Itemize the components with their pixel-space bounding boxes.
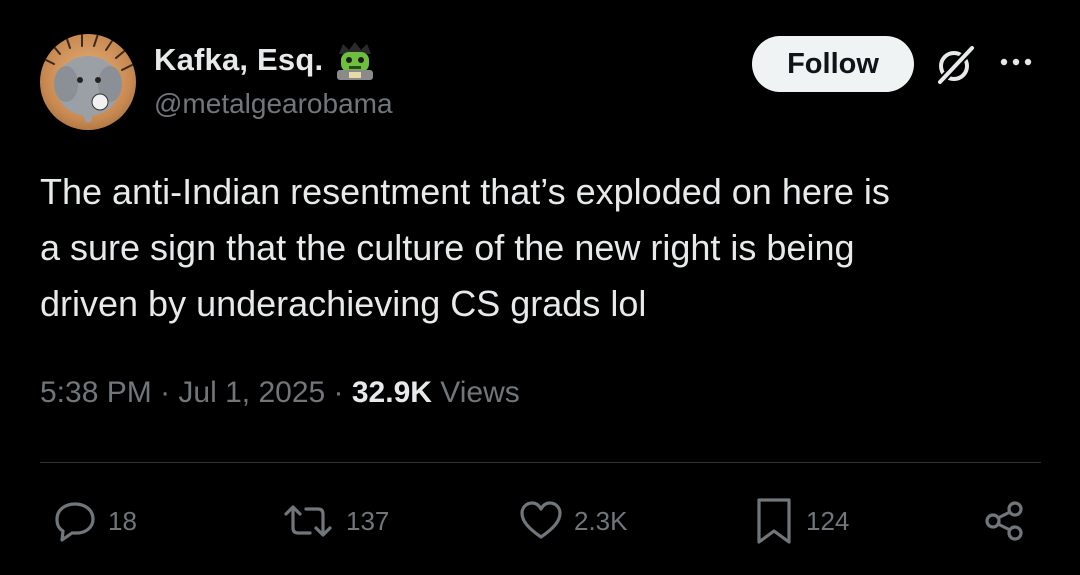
more-dots-icon[interactable] xyxy=(998,52,1038,77)
author-handle[interactable]: @metalgearobama xyxy=(154,88,393,120)
meta-separator: · xyxy=(151,376,179,409)
follow-button[interactable]: Follow xyxy=(752,36,914,92)
like-button[interactable]: 2.3K xyxy=(518,496,628,546)
reply-count: 18 xyxy=(108,505,137,536)
like-count: 2.3K xyxy=(574,505,628,536)
reply-icon xyxy=(55,502,95,542)
grok-icon[interactable] xyxy=(934,44,976,91)
reply-button[interactable]: 18 xyxy=(52,496,137,546)
tweet-text-line: driven by underachieving CS grads lol xyxy=(40,283,647,324)
tweet-date[interactable]: Jul 1, 2025 xyxy=(178,376,325,409)
tweet-meta: 5:38 PM · Jul 1, 2025 · 32.9K Views xyxy=(40,376,520,410)
repost-button[interactable]: 137 xyxy=(280,496,389,546)
tweet-text-line: The anti-Indian resentment that’s explod… xyxy=(40,171,890,212)
divider xyxy=(40,462,1041,463)
zombie-face-icon xyxy=(333,40,377,80)
author-display-name[interactable]: Kafka, Esq. xyxy=(154,42,323,78)
tweet-time[interactable]: 5:38 PM xyxy=(40,376,152,409)
repost-icon xyxy=(284,505,332,537)
bookmark-icon xyxy=(757,498,791,544)
avatar[interactable] xyxy=(40,34,136,130)
share-button[interactable] xyxy=(982,496,1028,546)
elephant-porcupine-avatar-icon xyxy=(41,34,135,123)
share-icon xyxy=(985,501,1023,541)
repost-count: 137 xyxy=(346,505,390,536)
tweet-text: The anti-Indian resentment that’s explod… xyxy=(40,164,1040,332)
views-label: Views xyxy=(431,376,520,409)
bookmark-count: 124 xyxy=(806,505,850,536)
meta-separator: · xyxy=(325,376,352,409)
tweet-text-line: a sure sign that the culture of the new … xyxy=(40,227,855,268)
heart-icon xyxy=(520,501,562,539)
bookmark-button[interactable]: 124 xyxy=(752,496,849,546)
views-count: 32.9K xyxy=(351,376,432,409)
